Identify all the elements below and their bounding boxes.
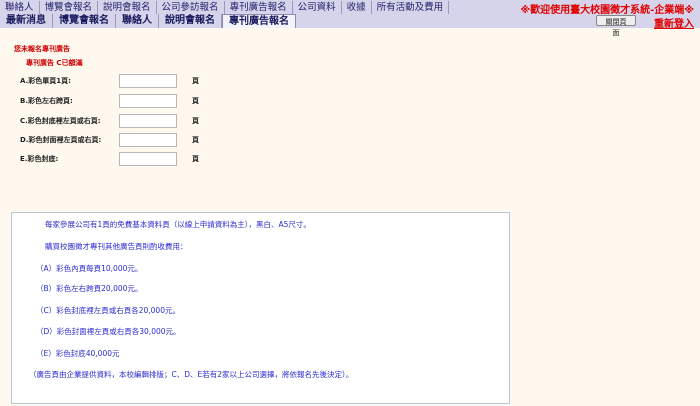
unit-label: 頁 (192, 155, 199, 163)
unit-label: 頁 (192, 117, 199, 125)
color-spread-input[interactable] (119, 94, 177, 108)
info-price-a: （A）彩色內頁每頁10,000元。 (36, 264, 143, 273)
unit-label: 頁 (192, 97, 199, 105)
color-single-page-input[interactable] (119, 74, 177, 88)
nav-item-all-activities[interactable]: 所有活動及費用 (372, 1, 450, 14)
field-label: B.彩色左右跨頁: (20, 97, 73, 105)
field-label: D.彩色封面裡左頁或右頁: (20, 136, 102, 144)
field-label: A.彩色單頁1頁: (20, 77, 71, 85)
info-fee-intro: 購買校園徵才專刊其他廣告頁則酌收費用： (45, 242, 188, 251)
tab-contact[interactable]: 聯絡人 (116, 14, 159, 28)
info-price-e: （E）彩色封底40,000元 (36, 349, 120, 358)
unit-label: 頁 (192, 136, 199, 144)
registration-status: 您未報名專刊廣告 (14, 45, 70, 53)
nav-item-expo-registration[interactable]: 博覽會報名 (40, 1, 99, 14)
nav-item-ad-registration[interactable]: 專刊廣告報名 (225, 1, 293, 14)
pricing-info-box: 每家參展公司有1頁的免費基本資料頁（以線上申請資料為主），黑白、A5尺寸。 購買… (11, 212, 510, 404)
info-price-c: （C）彩色封底裡左頁或右頁各20,000元。 (36, 306, 180, 315)
color-inside-back-cover-input[interactable] (119, 114, 177, 128)
form-row-c: C.彩色封底裡左頁或右頁: 頁 (20, 114, 280, 128)
nav-item-contact[interactable]: 聯絡人 (0, 1, 40, 14)
tab-news[interactable]: 最新消息 (0, 14, 53, 28)
color-back-cover-input[interactable] (119, 152, 177, 166)
nav-item-company-info[interactable]: 公司資料 (293, 1, 342, 14)
info-price-b: （B）彩色左右跨頁20,000元。 (36, 284, 143, 293)
color-inside-front-cover-input[interactable] (119, 133, 177, 147)
info-price-d: （D）彩色封面裡左頁或右頁各30,000元。 (36, 327, 181, 336)
info-footnote: （廣告頁由企業提供資料，本校編輯排版；C、D、E若有2家以上公司選擇，將依報名先… (29, 370, 354, 379)
nav-item-company-visit-registration[interactable]: 公司參訪報名 (157, 1, 225, 14)
info-free-page: 每家參展公司有1頁的免費基本資料頁（以線上申請資料為主），黑白、A5尺寸。 (45, 220, 311, 229)
field-label: C.彩色封底裡左頁或右頁: (20, 117, 101, 125)
form-row-e: E.彩色封底: 頁 (20, 152, 280, 166)
tab-ad-registration[interactable]: 專刊廣告報名 (222, 14, 296, 28)
tab-expo-registration[interactable]: 博覽會報名 (53, 14, 116, 28)
close-page-button[interactable]: 關閉頁面 (596, 15, 636, 37)
nav-item-seminar-registration[interactable]: 說明會報名 (98, 1, 157, 14)
nav-item-receipt[interactable]: 收據 (342, 1, 372, 14)
top-navigation-bar: 聯絡人 博覽會報名 說明會報名 公司參訪報名 專刊廣告報名 公司資料 收據 所有… (0, 0, 700, 37)
welcome-message: ※歡迎使用臺大校園徵才系統-企業端※ (520, 5, 694, 16)
tab-seminar-registration[interactable]: 說明會報名 (159, 14, 222, 28)
form-row-d: D.彩色封面裡左頁或右頁: 頁 (20, 133, 280, 147)
primary-nav: 聯絡人 博覽會報名 說明會報名 公司參訪報名 專刊廣告報名 公司資料 收據 所有… (0, 1, 450, 14)
tab-bar: 最新消息 博覽會報名 聯絡人 說明會報名 專刊廣告報名 (0, 14, 296, 28)
relogin-link[interactable]: 重新登入 (654, 15, 694, 30)
form-row-a: A.彩色單頁1頁: 頁 (20, 74, 280, 88)
ad-full-notice: 專刊廣告 C已額滿 (26, 59, 83, 67)
unit-label: 頁 (192, 77, 199, 85)
form-row-b: B.彩色左右跨頁: 頁 (20, 94, 280, 108)
field-label: E.彩色封底: (20, 155, 59, 163)
